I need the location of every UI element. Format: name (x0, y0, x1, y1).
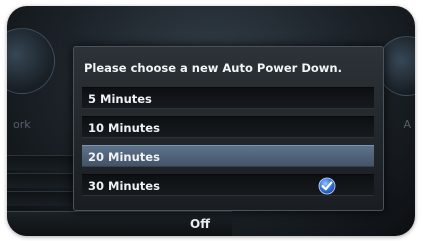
option-label: 5 Minutes (88, 92, 152, 106)
auto-power-down-dialog: Please choose a new Auto Power Down. 5 M… (73, 46, 384, 211)
background-menu-label-left: ork (13, 118, 31, 131)
checkmark-icon (318, 177, 336, 195)
option-label: 30 Minutes (88, 179, 160, 193)
background-setting-value: Off (190, 217, 210, 231)
tv-screen-frame: ork A Off Please choose a new Auto Power… (7, 6, 415, 236)
background-list-row (7, 173, 77, 188)
option-20-minutes[interactable]: 20 Minutes (82, 145, 374, 167)
background-orb-left (7, 28, 55, 94)
option-30-minutes[interactable]: 30 Minutes (82, 174, 374, 196)
option-10-minutes[interactable]: 10 Minutes (82, 116, 374, 138)
option-label: 10 Minutes (88, 121, 160, 135)
dialog-title: Please choose a new Auto Power Down. (84, 61, 342, 75)
background-list-row (7, 155, 77, 170)
background-list (7, 155, 77, 209)
option-label: 20 Minutes (88, 150, 160, 164)
option-5-minutes[interactable]: 5 Minutes (82, 87, 374, 109)
background-list-row (7, 191, 77, 206)
background-menu-label-right: A (403, 118, 411, 131)
